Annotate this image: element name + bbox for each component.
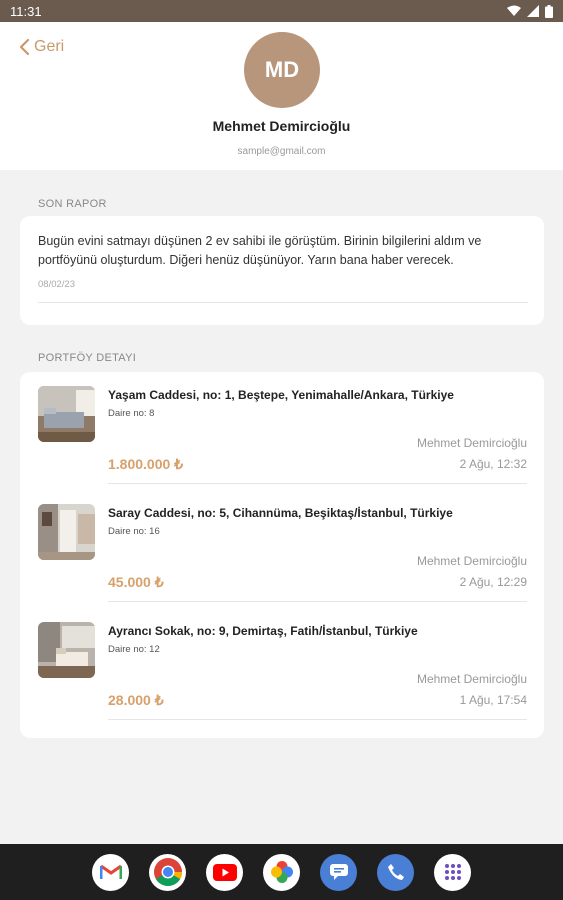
avatar: MD [244,32,320,108]
divider [108,601,527,602]
property-photo [38,622,95,678]
profile-email: sample@gmail.com [237,146,326,157]
status-icons [507,4,553,18]
photos-icon[interactable] [263,853,300,891]
apartment-number: Daire no: 12 [108,644,160,655]
report-card: Bugün evini satmayı düşünen 2 ev sahibi … [20,216,544,325]
portfolio-item[interactable]: Saray Caddesi, no: 5, Cihannüma, Beşikta… [20,490,544,608]
gmail-icon[interactable] [92,853,129,891]
divider [108,719,527,720]
listing-date: 2 Ağu, 12:29 [459,575,527,589]
property-price: 1.800.000 ₺ [108,456,184,472]
property-address: Ayrancı Sokak, no: 9, Demirtaş, Fatih/İs… [108,624,418,638]
apartment-number: Daire no: 8 [108,408,155,419]
property-price: 45.000 ₺ [108,574,164,590]
portfolio-section-title: PORTFÖY DETAYI [38,352,137,364]
profile-header: Geri MD Mehmet Demircioğlu sample@gmail.… [0,22,563,170]
report-text: Bugün evini satmayı düşünen 2 ev sahibi … [38,234,482,267]
messages-icon[interactable] [320,853,357,891]
app-dock [0,844,563,900]
report-section-title: SON RAPOR [38,198,107,210]
portfolio-item[interactable]: Yaşam Caddesi, no: 1, Beştepe, Yenimahal… [20,372,544,490]
avatar-initials: MD [264,57,300,82]
divider [108,483,527,484]
phone-icon[interactable] [377,853,414,891]
back-label: Geri [34,38,65,55]
agent-name: Mehmet Demircioğlu [416,672,527,686]
status-bar: 11:31 [0,0,563,22]
apartment-number: Daire no: 16 [108,526,160,537]
back-button[interactable]: Geri [18,38,64,56]
agent-name: Mehmet Demircioğlu [416,436,527,450]
portfolio-card: Yaşam Caddesi, no: 1, Beştepe, Yenimahal… [20,372,544,738]
listing-date: 1 Ağu, 17:54 [459,693,527,707]
report-date: 08/02/23 [38,279,75,290]
status-time: 11:31 [10,3,42,19]
property-photo [38,386,95,442]
listing-date: 2 Ağu, 12:32 [459,457,527,471]
property-photo [38,504,95,560]
portfolio-item[interactable]: Ayrancı Sokak, no: 9, Demirtaş, Fatih/İs… [20,608,544,726]
battery-icon [545,4,553,18]
signal-icon [527,5,539,17]
wifi-icon [507,5,521,16]
profile-name: Mehmet Demircioğlu [212,118,351,134]
agent-name: Mehmet Demircioğlu [416,554,527,568]
apps-icon[interactable] [434,853,471,891]
youtube-icon[interactable] [206,853,243,891]
property-address: Yaşam Caddesi, no: 1, Beştepe, Yenimahal… [108,388,454,402]
divider [38,302,528,303]
property-address: Saray Caddesi, no: 5, Cihannüma, Beşikta… [108,506,453,520]
chrome-icon[interactable] [149,853,186,891]
chevron-left-icon [19,38,30,56]
property-price: 28.000 ₺ [108,692,164,708]
